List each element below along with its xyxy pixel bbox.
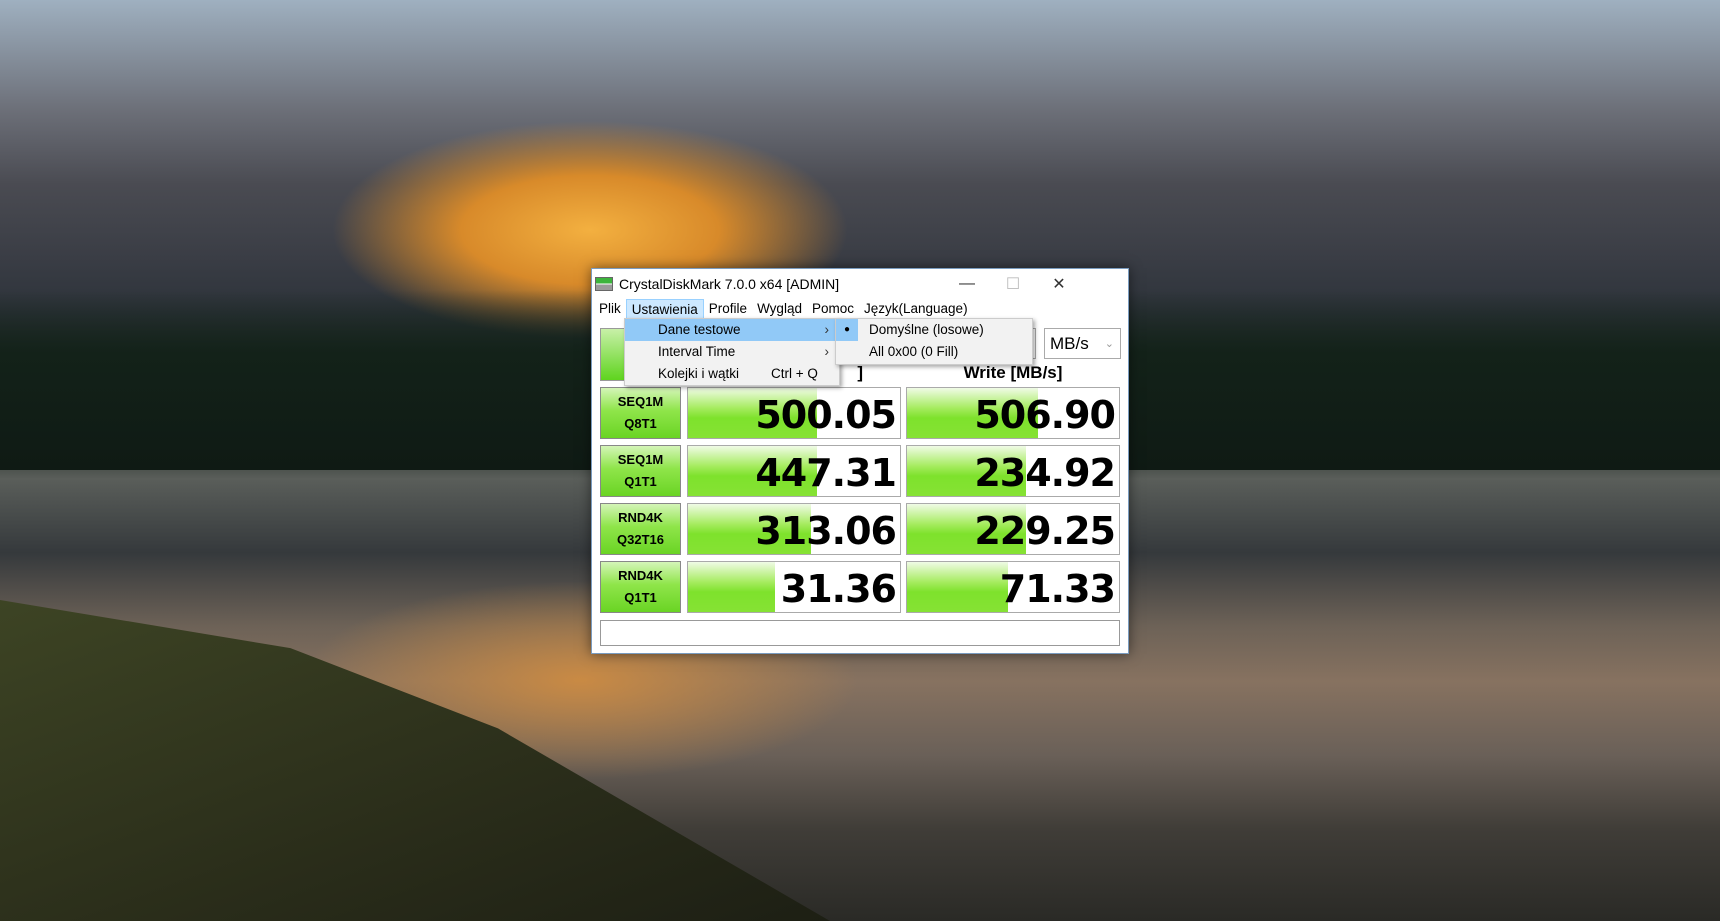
ustawienia-dropdown: Dane testowe › Interval Time › Kolejki i w…	[624, 318, 840, 386]
result-value: 500.05	[755, 393, 897, 437]
read-result: 313.06	[687, 503, 901, 555]
test-label: Q1T1	[624, 590, 657, 605]
result-value: 229.25	[974, 509, 1116, 553]
test-label: Q8T1	[624, 416, 657, 431]
app-icon	[595, 277, 613, 291]
write-result: 229.25	[906, 503, 1120, 555]
write-header: Write [MB/s]	[963, 363, 1063, 382]
test-button[interactable]: RND4K Q1T1	[600, 561, 681, 613]
close-button[interactable]: ✕	[1036, 269, 1082, 299]
menu-item-interval-time[interactable]: Interval Time ›	[625, 341, 839, 363]
unit-value: MB/s	[1050, 333, 1089, 353]
result-value: 506.90	[974, 393, 1116, 437]
menu-ustawienia[interactable]: Ustawienia	[625, 299, 704, 319]
radio-bullet-icon: ●	[836, 319, 858, 341]
menu-pomoc[interactable]: Pomoc	[807, 299, 859, 319]
chevron-right-icon: ›	[824, 322, 830, 337]
result-value: 31.36	[780, 567, 897, 611]
test-label: RND4K	[618, 510, 663, 525]
test-label: SEQ1M	[617, 452, 664, 467]
write-result: 234.92	[906, 445, 1120, 497]
test-button[interactable]: SEQ1M Q1T1	[600, 445, 681, 497]
menu-item-domyslne[interactable]: ● Domyślne (losowe)	[836, 319, 1032, 341]
write-result: 506.90	[906, 387, 1120, 439]
chevron-right-icon: ›	[824, 344, 830, 359]
menu-language[interactable]: Język(Language)	[859, 299, 973, 319]
result-value: 447.31	[755, 451, 897, 495]
window-title: CrystalDiskMark 7.0.0 x64 [ADMIN]	[619, 276, 840, 292]
menu-wyglad[interactable]: Wygląd	[752, 299, 807, 319]
progress-fill	[688, 562, 775, 612]
test-button[interactable]: SEQ1M Q8T1	[600, 387, 681, 439]
read-result: 447.31	[687, 445, 901, 497]
menu-item-dane-testowe[interactable]: Dane testowe ›	[625, 319, 839, 341]
test-label: Q1T1	[624, 474, 657, 489]
menu-plik[interactable]: Plik	[594, 299, 626, 319]
write-result: 71.33	[906, 561, 1120, 613]
test-label: Q32T16	[617, 532, 664, 547]
minimize-button[interactable]: —	[944, 269, 990, 299]
unit-select[interactable]: MB/s ⌄	[1044, 328, 1121, 359]
test-label: SEQ1M	[617, 394, 664, 409]
test-label: RND4K	[618, 568, 663, 583]
chevron-down-icon: ⌄	[1104, 338, 1114, 350]
menu-profile[interactable]: Profile	[704, 299, 752, 319]
result-value: 234.92	[974, 451, 1116, 495]
read-result: 500.05	[687, 387, 901, 439]
status-bar	[600, 620, 1120, 646]
menu-item-kolejki[interactable]: Kolejki i wątki Ctrl + Q	[625, 363, 839, 385]
menu-bar: Plik Ustawienia Profile Wygląd Pomoc Jęz…	[592, 299, 1128, 319]
read-result: 31.36	[687, 561, 901, 613]
test-button[interactable]: RND4K Q32T16	[600, 503, 681, 555]
menu-item-all-0x00[interactable]: All 0x00 (0 Fill)	[836, 341, 1032, 363]
result-value: 71.33	[999, 567, 1116, 611]
progress-fill	[907, 562, 1008, 612]
maximize-button[interactable]: ☐	[990, 269, 1036, 299]
shortcut-label: Ctrl + Q	[771, 366, 818, 381]
dane-testowe-submenu: ● Domyślne (losowe) All 0x00 (0 Fill)	[835, 318, 1033, 365]
result-value: 313.06	[755, 509, 897, 553]
